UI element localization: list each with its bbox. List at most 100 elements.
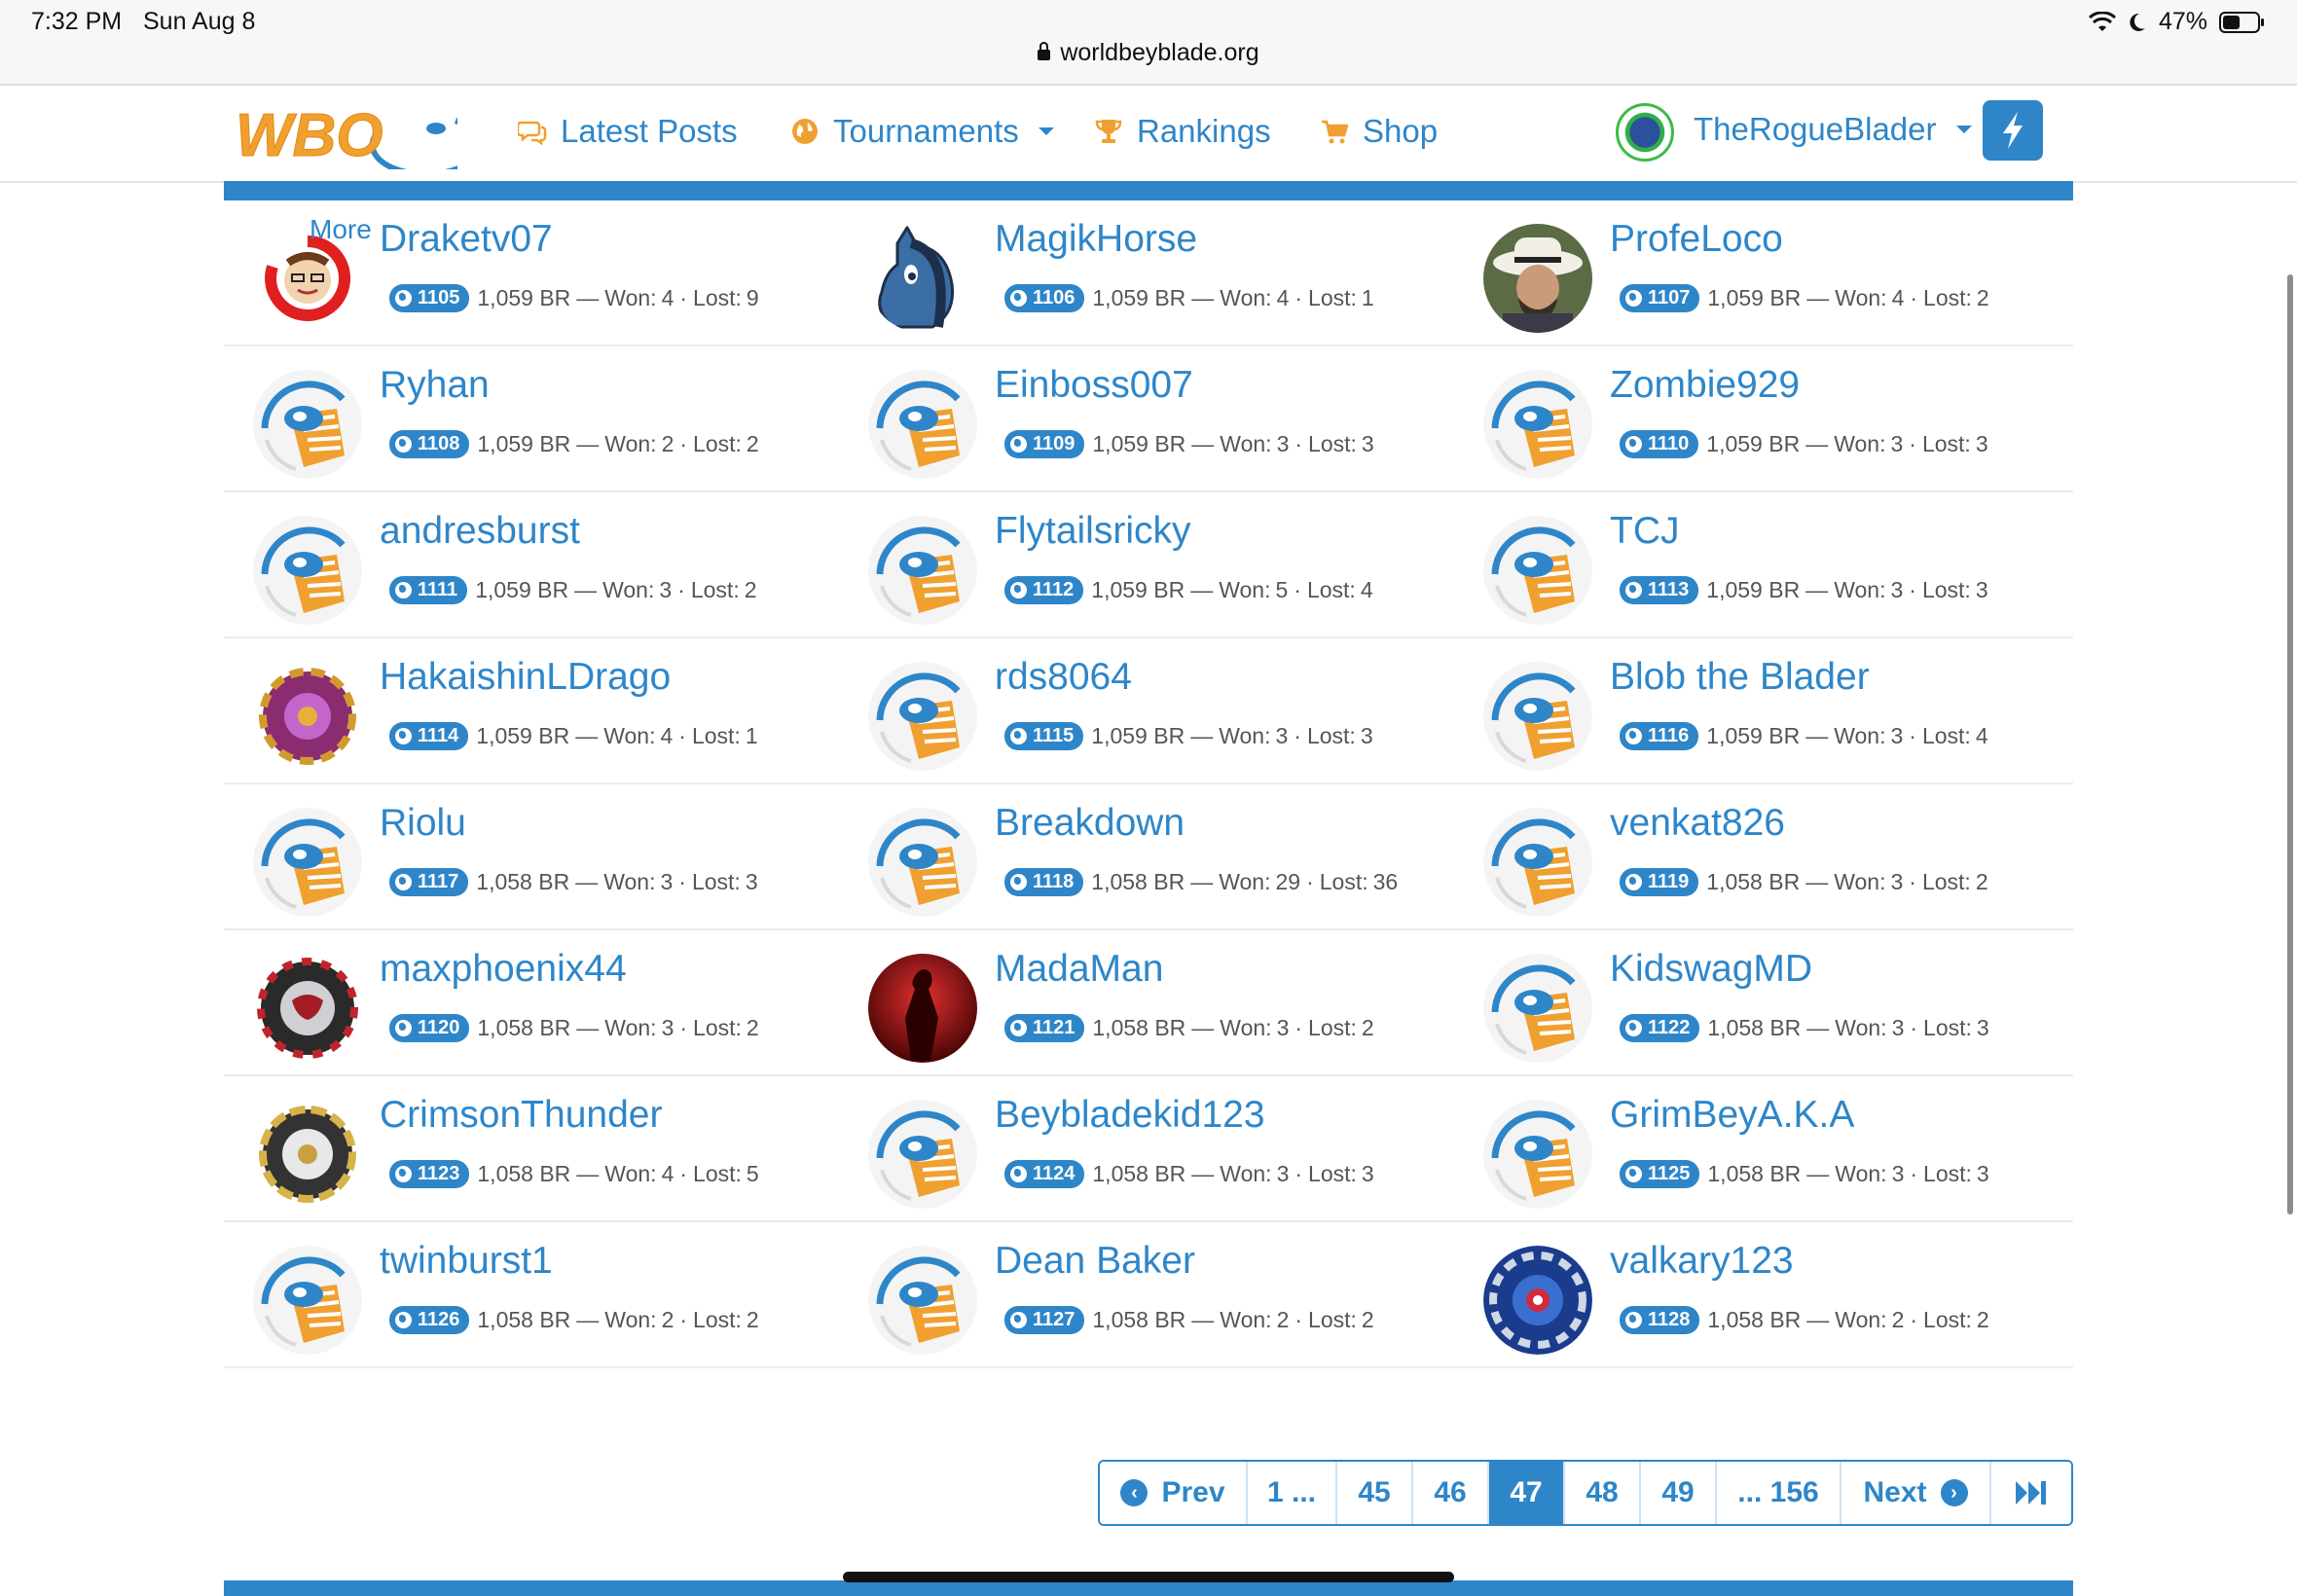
rank-number: 1126 [418, 1309, 460, 1330]
ranking-row: andresburst 1111 1,059 BR — Won: 3 · Lost: 2 Flyt… [224, 492, 2073, 638]
player-avatar[interactable] [253, 370, 362, 479]
url-bar[interactable]: worldbeyblade.org [0, 39, 2297, 67]
next-page-button[interactable]: Next › [1841, 1462, 1991, 1524]
player-name[interactable]: HakaishinLDrago [380, 656, 671, 699]
wbo-logo[interactable]: WBO [232, 95, 457, 169]
page-button[interactable]: 45 [1337, 1462, 1413, 1524]
battle-rating: 1,058 BR [476, 869, 570, 894]
player-name[interactable]: Riolu [380, 802, 466, 845]
player-card: twinburst1 1126 1,058 BR — Won: 2 · Lost: 2 [224, 1222, 839, 1366]
lost-count: 3 [1976, 1015, 1989, 1040]
player-avatar[interactable] [1483, 808, 1592, 917]
player-card: Riolu 1117 1,058 BR — Won: 3 · Lost: 3 [224, 784, 839, 928]
lost-label: Lost: [690, 577, 740, 602]
won-label: Won: [603, 723, 656, 748]
page-button[interactable]: ... 156 [1717, 1462, 1841, 1524]
player-avatar[interactable] [253, 808, 362, 917]
player-name[interactable]: Blob the Blader [1610, 656, 1870, 699]
rank-number: 1117 [418, 871, 459, 892]
player-avatar[interactable] [1483, 224, 1592, 333]
player-name[interactable]: Beybladekid123 [995, 1094, 1265, 1137]
player-name[interactable]: Einboss007 [995, 364, 1193, 407]
lost-count: 4 [1975, 723, 1988, 748]
nav-tournaments[interactable]: Tournaments [790, 113, 1054, 150]
globe-icon [395, 582, 412, 598]
globe-icon [1625, 582, 1642, 598]
player-card: Einboss007 1109 1,059 BR — Won: 3 · Lost: 3 [839, 346, 1454, 490]
player-avatar[interactable] [1483, 954, 1592, 1063]
player-name[interactable]: Flytailsricky [995, 510, 1191, 553]
player-name[interactable]: Ryhan [380, 364, 490, 407]
player-avatar[interactable] [868, 954, 977, 1063]
player-avatar[interactable] [868, 1246, 977, 1355]
home-indicator[interactable] [843, 1572, 1454, 1582]
rank-badge: 1108 [389, 430, 470, 458]
player-name[interactable]: Breakdown [995, 802, 1185, 845]
player-name[interactable]: KidswagMD [1610, 948, 1812, 991]
player-name[interactable]: GrimBeyA.K.A [1610, 1094, 1854, 1137]
last-page-button[interactable] [1991, 1462, 2071, 1524]
player-name[interactable]: MadaMan [995, 948, 1163, 991]
prev-page-button[interactable]: ‹ Prev [1100, 1462, 1248, 1524]
nav-rankings[interactable]: Rankings [1094, 113, 1271, 150]
player-avatar[interactable] [253, 516, 362, 625]
page-button-current[interactable]: 47 [1489, 1462, 1565, 1524]
player-name[interactable]: MagikHorse [995, 218, 1197, 261]
user-menu[interactable]: TheRogueBlader [1694, 111, 1972, 148]
player-name[interactable]: Zombie929 [1610, 364, 1800, 407]
won-label: Won: [1219, 869, 1271, 894]
more-label[interactable]: More [310, 214, 372, 245]
player-avatar[interactable] [868, 808, 977, 917]
page-button[interactable]: 46 [1413, 1462, 1489, 1524]
player-avatar[interactable] [1483, 370, 1592, 479]
scrollbar[interactable] [2287, 274, 2293, 1215]
page-button[interactable]: 48 [1565, 1462, 1641, 1524]
player-name[interactable]: Dean Baker [995, 1240, 1195, 1283]
player-avatar[interactable] [253, 954, 362, 1063]
player-avatar[interactable] [253, 1246, 362, 1355]
page-button[interactable]: 49 [1641, 1462, 1717, 1524]
player-avatar[interactable] [868, 370, 977, 479]
stats-separator: — [576, 1161, 600, 1186]
trophy-icon [1095, 120, 1122, 143]
battle-rating: 1,058 BR [1092, 1015, 1186, 1040]
cart-icon [1322, 120, 1349, 144]
player-name[interactable]: maxphoenix44 [380, 948, 627, 991]
player-avatar[interactable] [1483, 1246, 1592, 1355]
player-name[interactable]: andresburst [380, 510, 580, 553]
player-name[interactable]: twinburst1 [380, 1240, 553, 1283]
player-name[interactable]: ProfeLoco [1610, 218, 1783, 261]
player-avatar[interactable] [1483, 516, 1592, 625]
won-label: Won: [604, 431, 657, 456]
player-avatar[interactable] [868, 662, 977, 771]
player-name[interactable]: Draketv07 [380, 218, 553, 261]
player-name[interactable]: rds8064 [995, 656, 1132, 699]
stats-separator: — [576, 431, 600, 456]
player-name[interactable]: valkary123 [1610, 1240, 1794, 1283]
won-count: 3 [1891, 1161, 1905, 1186]
player-avatar[interactable] [1483, 1100, 1592, 1209]
player-name[interactable]: TCJ [1610, 510, 1680, 553]
rank-badge: 1112 [1004, 576, 1084, 604]
quick-actions-button[interactable] [1983, 100, 2043, 161]
pagination: ‹ Prev 1 ... 45 46 47 48 49 ... 156 Next… [1098, 1460, 2073, 1526]
stats-dot: · [1294, 723, 1301, 748]
player-avatar[interactable] [253, 1100, 362, 1209]
globe-icon [1010, 728, 1027, 744]
nav-shop[interactable]: Shop [1320, 113, 1438, 150]
nav-latest-posts[interactable]: Latest Posts [518, 113, 738, 150]
user-avatar[interactable] [1616, 103, 1674, 162]
player-avatar[interactable] [253, 662, 362, 771]
player-avatar[interactable] [1483, 662, 1592, 771]
battle-rating: 1,058 BR [1707, 1015, 1802, 1040]
player-stats: 1106 1,059 BR — Won: 4 · Lost: 1 [1004, 284, 1374, 312]
player-avatar[interactable] [868, 1100, 977, 1209]
globe-icon [1010, 290, 1027, 307]
player-name[interactable]: venkat826 [1610, 802, 1785, 845]
lost-label: Lost: [1306, 723, 1356, 748]
player-name[interactable]: CrimsonThunder [380, 1094, 662, 1137]
player-avatar[interactable] [868, 516, 977, 625]
player-card: HakaishinLDrago 1114 1,059 BR — Won: 4 · Lost: 1 [224, 638, 839, 782]
page-button[interactable]: 1 ... [1248, 1462, 1337, 1524]
player-avatar[interactable] [868, 224, 977, 333]
